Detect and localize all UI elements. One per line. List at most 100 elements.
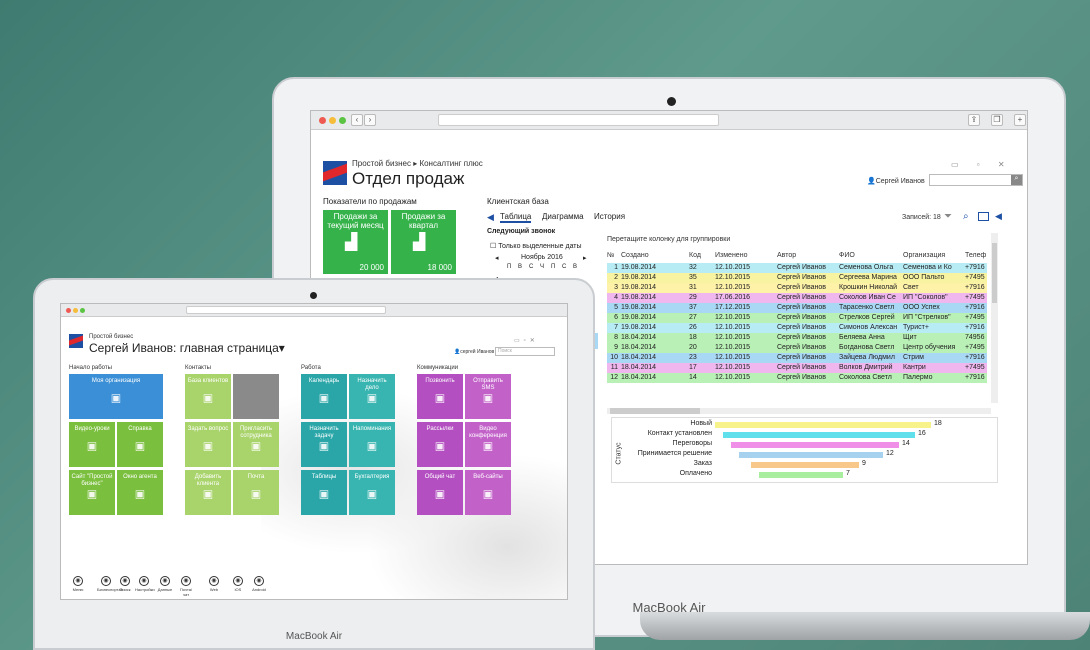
search-icon[interactable]: ⌕ [1011, 175, 1022, 185]
table-row[interactable]: 7 19.08.2014 26 12.10.2015 Сергей Иванов Симо… [607, 323, 987, 333]
minimize-dot[interactable] [329, 117, 336, 124]
chart-bar[interactable] [751, 462, 859, 468]
search-input[interactable]: ⌕ [929, 174, 1023, 186]
tile-call[interactable]: Позвонить ▣ [417, 374, 463, 419]
tile-mail[interactable]: Почта ▣ [233, 470, 279, 515]
table-row[interactable]: 5 19.08.2014 37 17.12.2015 Сергей Иванов Тара… [607, 303, 987, 313]
table-row[interactable]: 6 19.08.2014 27 12.10.2015 Сергей Иванов Стре… [607, 313, 987, 323]
tile-site[interactable]: Сайт "Простой бизнес" ▣ [69, 470, 115, 515]
breadcrumb-root[interactable]: Простой бизнес [352, 159, 411, 168]
tile-invite-employee[interactable]: Пригласить сотрудника ▣ [233, 422, 279, 467]
tabs-back-icon[interactable]: ◀ [487, 212, 494, 223]
table-row[interactable]: 10 18.04.2014 23 12.10.2015 Сергей Иванов Зай… [607, 353, 987, 363]
tile-assign-job[interactable]: Назначить задачу ▣ [301, 422, 347, 467]
window-controls[interactable]: ▭ ▫ ✕ [951, 160, 1013, 169]
calendar-next-icon[interactable]: ▸ [583, 254, 587, 262]
table-row[interactable]: 8 18.04.2014 18 12.10.2015 Сергей Иванов Беля… [607, 333, 987, 343]
search-table-icon[interactable]: ⌕ [963, 211, 969, 222]
table-cell: 26 [689, 324, 697, 331]
column-header[interactable]: Код [689, 252, 713, 259]
tabs-icon[interactable]: ❐ [991, 114, 1003, 126]
bottom-item[interactable]: ◉ Android [250, 576, 268, 592]
chart-value-label: 7 [846, 470, 850, 477]
tile-tables[interactable]: Таблицы ▣ [301, 470, 347, 515]
column-header[interactable]: ФИО [839, 252, 901, 259]
tile-reminders[interactable]: Напоминания ▣ [349, 422, 395, 467]
chart-bar[interactable] [715, 422, 931, 428]
tile-video-conference[interactable]: Видео конференция ▣ [465, 422, 511, 467]
bottom-item[interactable]: ◉ Настройки [135, 576, 155, 592]
tile-assign-task[interactable]: Назначить дело ▣ [349, 374, 395, 419]
table-row[interactable]: 11 18.04.2014 17 12.10.2015 Сергей Иванов Вол… [607, 363, 987, 373]
close-dot[interactable] [319, 117, 326, 124]
collapse-icon[interactable]: ◀ [995, 211, 1002, 222]
page-title[interactable]: Сергей Иванов: главная страница▾ [89, 341, 285, 355]
tile-mailing[interactable]: Рассылки ▣ [417, 422, 463, 467]
vertical-scrollbar[interactable] [991, 233, 998, 403]
column-header[interactable]: Телеф [965, 252, 987, 259]
table-row[interactable]: 2 19.08.2014 35 12.10.2015 Сергей Иванов Серг… [607, 273, 987, 283]
chart-value-label: 14 [902, 440, 910, 447]
window-controls[interactable]: ▭▫✕ [514, 337, 539, 344]
column-header[interactable]: Автор [777, 252, 837, 259]
table-view-icon[interactable] [978, 212, 989, 221]
back-icon[interactable]: ‹ [351, 114, 363, 126]
column-header[interactable]: Организация [903, 252, 963, 259]
bottom-item[interactable]: ◉ iOS [229, 576, 247, 592]
forward-icon[interactable]: › [364, 114, 376, 126]
table-row[interactable]: 9 18.04.2014 20 12.10.2015 Сергей Иванов Богд… [607, 343, 987, 353]
share-icon[interactable]: ⇪ [968, 114, 980, 126]
filter-icon[interactable]: ⏷ [944, 211, 952, 222]
tile-websites[interactable]: Веб-сайты ▣ [465, 470, 511, 515]
bottom-item[interactable]: ◉ Бизнеспортал [97, 576, 123, 592]
column-header[interactable]: Создано [621, 252, 686, 259]
table-row[interactable]: 4 19.08.2014 29 17.06.2016 Сергей Иванов Соко… [607, 293, 987, 303]
tile-chat[interactable]: Общий чат ▣ [417, 470, 463, 515]
search-input[interactable]: Поиск [495, 347, 555, 356]
bottom-item[interactable]: ◉ Поиск [116, 576, 134, 592]
chart-bar[interactable] [723, 432, 915, 438]
table-row[interactable]: 1 19.08.2014 32 12.10.2015 Сергей Иванов Семе… [607, 263, 987, 273]
tile-add-client[interactable]: Добавить клиента ▣ [185, 470, 231, 515]
bottom-item[interactable]: ◉ Данные [156, 576, 174, 592]
tile-ask-question[interactable]: Задать вопрос ▣ [185, 422, 231, 467]
tab-table[interactable]: Таблица [500, 212, 532, 223]
tile-send-sms[interactable]: Отправить SMS ▣ [465, 374, 511, 419]
tile-calendar[interactable]: Календарь ▣ [301, 374, 347, 419]
chart-bar[interactable] [759, 472, 843, 478]
calendar-prev-icon[interactable]: ◂ [495, 254, 499, 262]
zoom-dot[interactable] [339, 117, 346, 124]
new-tab-icon[interactable]: + [1014, 114, 1026, 126]
breadcrumb-leaf[interactable]: Консалтинг плюс [419, 159, 482, 168]
bottom-item[interactable]: ◉ Меню [69, 576, 87, 592]
user-name[interactable]: 👤сергей Иванов [454, 349, 494, 355]
zoom-dot[interactable] [80, 308, 85, 313]
chart-bar[interactable] [731, 442, 899, 448]
kpi-quarter-tile[interactable]: Продажи за квартал ▟ 18 000 [391, 210, 456, 274]
tile-my-organization[interactable]: Моя организация ▣ [69, 374, 163, 419]
only-selected-checkbox[interactable]: ☐ Только выделенные даты [490, 242, 582, 250]
minimize-dot[interactable] [73, 308, 78, 313]
bottom-item[interactable]: ◉ Почта/чат [177, 576, 195, 597]
tile-accounting[interactable]: Бухгалтерия ▣ [349, 470, 395, 515]
table-cell: Сергей Иванов [777, 314, 827, 321]
bottom-item[interactable]: ◉ Web [205, 576, 223, 592]
url-bar[interactable] [438, 114, 719, 126]
tab-history[interactable]: История [594, 212, 625, 221]
column-header[interactable]: № [607, 252, 620, 259]
horizontal-scrollbar[interactable] [607, 408, 991, 414]
tile-video-lessons[interactable]: Видео-уроки ▣ [69, 422, 115, 467]
table-row[interactable]: 12 18.04.2014 14 12.10.2015 Сергей Иванов Сок… [607, 373, 987, 383]
tile-agent-window[interactable]: Окно агента ▣ [117, 470, 163, 515]
tile-help[interactable]: Справка ▣ [117, 422, 163, 467]
table-row[interactable]: 3 19.08.2014 31 12.10.2015 Сергей Иванов Крош… [607, 283, 987, 293]
splitter[interactable] [595, 333, 598, 349]
tab-diagram[interactable]: Диаграмма [542, 212, 584, 221]
close-dot[interactable] [66, 308, 71, 313]
tile-client-base[interactable]: База клиентов ▣ [185, 374, 231, 419]
url-bar[interactable] [186, 306, 386, 314]
kpi-month-tile[interactable]: Продажи за текущий месяц ▟ 20 000 [323, 210, 388, 274]
column-header[interactable]: Изменено [715, 252, 775, 259]
chart-bar[interactable] [739, 452, 883, 458]
user-name[interactable]: 👤Сергей Иванов [867, 177, 925, 185]
